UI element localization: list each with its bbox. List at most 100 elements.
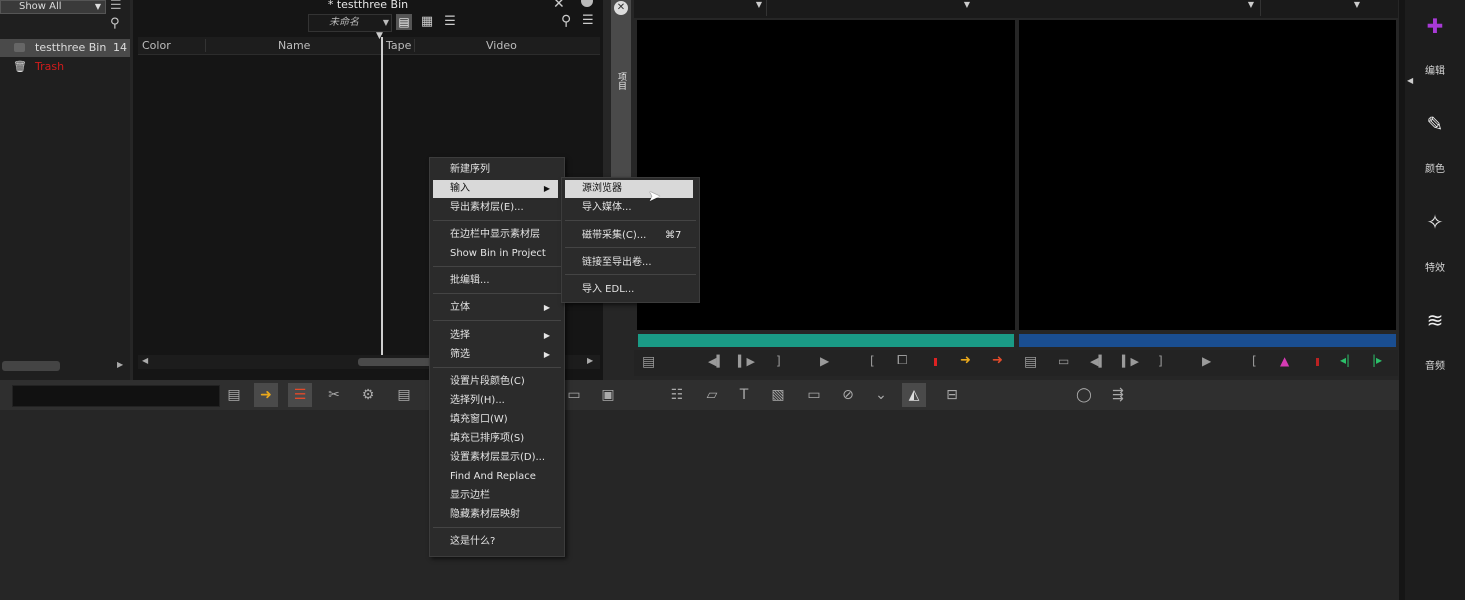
splice-in-icon[interactable]: ➜ — [960, 353, 971, 368]
submenu-item-source-browser[interactable]: 源浏览器 — [565, 180, 693, 198]
menu-item-find-and-replace[interactable]: Find And Replace — [433, 468, 558, 486]
monitor-dropdown-4[interactable]: ▼ — [1264, 0, 1364, 16]
waveform-icon[interactable]: ≋ — [1405, 308, 1465, 332]
close-circle-icon[interactable]: ✕ — [614, 1, 628, 15]
menu-item-filter[interactable]: 筛选 ▶ — [433, 346, 558, 364]
record-step-back-icon[interactable]: ◀▍ — [1090, 355, 1107, 368]
scroll-left-arrow-icon[interactable]: ◀ — [142, 356, 148, 365]
sidebar-label-audio[interactable]: 音频 — [1405, 357, 1465, 372]
audio-ramp-icon[interactable]: ◭ — [902, 383, 926, 407]
menu-item-set-bin-display[interactable]: 设置素材层显示(D)... — [433, 449, 558, 467]
frame-view-icon[interactable]: ▦ — [419, 14, 435, 30]
record-monitor[interactable] — [1019, 20, 1396, 330]
submenu-item-tape-capture[interactable]: 磁带采集(C)... ⌘7 — [565, 227, 693, 245]
eyedropper-icon[interactable]: ✎ — [1405, 112, 1465, 136]
trim-right-icon[interactable]: |▸ — [1372, 353, 1382, 367]
close-icon[interactable]: ✕ — [553, 0, 565, 12]
segment-mode-icon[interactable]: ▭ — [562, 383, 586, 407]
record-play-icon[interactable]: ▶ — [1202, 354, 1211, 368]
menu-item-show-bin-in-project[interactable]: Show Bin in Project — [433, 245, 558, 263]
extract-icon[interactable]: ▤ — [392, 383, 416, 407]
bin-item-testthree[interactable]: testthree Bin 14 — [0, 39, 130, 57]
submenu-item-import-edl[interactable]: 导入 EDL... — [565, 281, 693, 299]
menu-item-export-bin[interactable]: 导出素材层(E)... — [433, 199, 558, 217]
menu-icon[interactable]: ☰ — [110, 0, 122, 13]
record-circle-icon[interactable]: ◯ — [1072, 383, 1096, 407]
bin-item-trash[interactable]: 🗑 Trash — [0, 58, 130, 76]
color-correction-icon[interactable]: ▧ — [766, 383, 790, 407]
segment-icon[interactable]: ▭ — [1058, 354, 1069, 368]
overwrite-tool-icon[interactable]: ☰ — [288, 383, 312, 407]
timeline-area[interactable] — [0, 410, 1400, 600]
mark-out-icon[interactable]: ] — [776, 354, 781, 368]
filter-dropdown[interactable]: Show All ▼ — [0, 0, 106, 14]
submenu-item-import-media[interactable]: 导入媒体... — [565, 199, 693, 217]
collapse-arrow-icon[interactable]: ◀ — [1407, 76, 1413, 85]
column-resize-divider[interactable] — [381, 37, 383, 355]
layers-icon[interactable]: ▱ — [700, 383, 724, 407]
bin-search-icon[interactable]: ⚲ — [561, 13, 571, 29]
column-tape[interactable]: Tape — [386, 37, 411, 54]
sliders-icon[interactable]: ☷ — [665, 383, 689, 407]
track-menu-icon[interactable]: ▤ — [222, 383, 246, 407]
step-forward-icon[interactable]: ▍▶ — [738, 355, 755, 368]
record-red-mark-icon[interactable] — [1316, 358, 1319, 366]
render-icon[interactable]: ▭ — [802, 383, 826, 407]
menu-item-fill-sorted[interactable]: 填充已排序项(S) — [433, 430, 558, 448]
search-icon[interactable]: ⚲ — [110, 16, 120, 31]
bin-scroll-thumb[interactable] — [358, 358, 438, 366]
mark-clip-icon[interactable]: ⧠ — [897, 353, 907, 368]
sidebar-label-edit[interactable]: 编辑 — [1405, 62, 1465, 77]
record-step-forward-icon[interactable]: ▍▶ — [1122, 355, 1139, 368]
menu-item-show-sidebar[interactable]: 显示边栏 — [433, 487, 558, 505]
sidebar-label-color[interactable]: 颜色 — [1405, 160, 1465, 175]
red-mark-icon[interactable] — [934, 358, 937, 366]
script-view-icon[interactable]: ☰ — [442, 14, 458, 30]
column-name[interactable]: Name — [278, 37, 310, 54]
add-marker-icon[interactable]: ▲ — [1280, 354, 1289, 368]
lift-icon[interactable]: ⚙ — [356, 383, 380, 407]
timecode-field[interactable] — [12, 385, 220, 407]
menu-item-show-bin-sidebar[interactable]: 在边栏中显示素材层 — [433, 226, 558, 244]
source-position-bar[interactable] — [638, 334, 1014, 347]
monitor-dropdown-1[interactable]: ▼ — [660, 0, 767, 16]
menu-item-input[interactable]: 输入 ▶ — [433, 180, 558, 198]
sidebar-label-effects[interactable]: 特效 — [1405, 259, 1465, 274]
step-back-icon[interactable]: ◀▍ — [708, 355, 725, 368]
menu-item-whats-this[interactable]: 这是什么? — [433, 533, 558, 551]
bin-view-select[interactable]: 未命名 ▼ — [308, 14, 392, 32]
panel-divider[interactable] — [1399, 0, 1405, 600]
edit-icon[interactable]: ✚ — [1405, 14, 1465, 38]
bin-menu-icon[interactable]: ☰ — [582, 13, 594, 28]
left-scrollbar-thumb[interactable] — [2, 361, 60, 371]
menu-item-set-clip-color[interactable]: 设置片段颜色(C) — [433, 373, 558, 391]
menu-item-select[interactable]: 选择 ▶ — [433, 327, 558, 345]
menu-item-batch-edit[interactable]: 批编辑... — [433, 272, 558, 290]
title-tool-icon[interactable]: T — [732, 383, 756, 407]
text-view-icon[interactable]: ▤ — [396, 14, 412, 30]
slip-icon[interactable]: ⊟ — [940, 383, 964, 407]
column-video[interactable]: Video — [486, 37, 517, 54]
menu-item-hide-bin-map[interactable]: 隐藏素材层映射 — [433, 506, 558, 524]
audio-tool-icon[interactable]: ⇶ — [1106, 383, 1130, 407]
record-mark-out-icon[interactable]: ] — [1158, 354, 1163, 368]
monitor-dropdown-3[interactable]: ▼ — [974, 0, 1261, 16]
scroll-right-arrow-icon[interactable]: ▶ — [117, 360, 123, 369]
scroll-right-arrow-icon[interactable]: ▶ — [587, 356, 593, 365]
disable-icon[interactable]: ⊘ — [836, 383, 860, 407]
menu-item-fill-window[interactable]: 填充窗口(W) — [433, 411, 558, 429]
divider-handle-icon[interactable]: ▼ — [376, 31, 383, 41]
project-side-tab[interactable]: ✕ 项目 — [611, 0, 631, 178]
splice-in-tool-icon[interactable]: ➜ — [254, 383, 278, 407]
cut-icon[interactable]: ✂ — [322, 383, 346, 407]
menu-item-new-sequence[interactable]: 新建序列 — [433, 161, 558, 179]
submenu-item-link-to-export-volume[interactable]: 链接至导出卷... — [565, 254, 693, 272]
overwrite-icon[interactable]: ➜ — [992, 353, 1003, 368]
dissolve-icon[interactable]: ⌄ — [869, 383, 893, 407]
play-icon[interactable]: ▶ — [820, 354, 829, 368]
mark-in-icon[interactable]: [ — [870, 354, 875, 368]
trim-left-icon[interactable]: ◂| — [1340, 353, 1350, 367]
video-effect-icon[interactable]: ▣ — [596, 383, 620, 407]
magic-wand-icon[interactable]: ✧ — [1405, 210, 1465, 234]
menu-item-stereo[interactable]: 立体 ▶ — [433, 299, 558, 317]
